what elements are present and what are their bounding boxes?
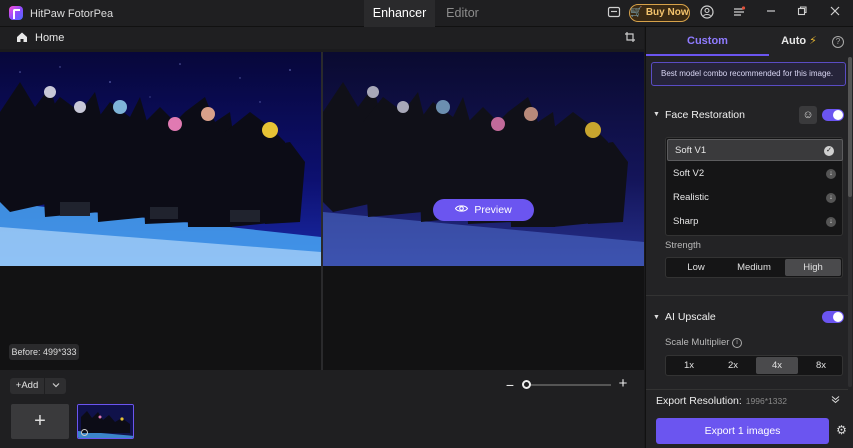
settings-panel: Custom Auto ⚡ ? Best model combo recommen… — [645, 27, 853, 448]
strength-label: Strength — [665, 240, 701, 251]
add-dropdown[interactable] — [45, 378, 66, 394]
face-restoration-title: Face Restoration — [665, 109, 745, 121]
export-resolution-value: 1996*1332 — [745, 396, 787, 406]
download-icon[interactable]: ↓ — [826, 193, 836, 203]
tab-custom[interactable]: Custom — [646, 27, 769, 56]
maximize-icon[interactable] — [793, 4, 811, 22]
recommendation-banner: Best model combo recommended for this im… — [651, 62, 846, 86]
download-icon[interactable]: ↓ — [826, 169, 836, 179]
add-label: Add — [21, 380, 39, 391]
after-image — [323, 52, 644, 266]
clock-icon — [81, 429, 88, 436]
scale-multiplier-label: Scale Multiplier — [665, 337, 730, 348]
section-divider — [646, 389, 848, 390]
strength-medium[interactable]: Medium — [726, 259, 782, 276]
model-option-soft-v1[interactable]: Soft V1 ✓ — [667, 139, 843, 161]
image-thumbnail[interactable] — [77, 404, 134, 439]
collapse-caret-icon[interactable]: ▼ — [653, 314, 660, 321]
strength-high[interactable]: High — [785, 259, 841, 276]
buy-now-label: Buy Now — [645, 7, 689, 18]
export-resolution: Export Resolution: 1996*1332 — [656, 395, 787, 407]
gallery-icon[interactable] — [606, 5, 622, 21]
scale-4x[interactable]: 4x — [756, 357, 798, 374]
model-label: Soft V1 — [675, 145, 707, 156]
before-size-badge: Before: 499*333 — [9, 344, 79, 360]
title-bar: HitPaw FotorPea Enhancer Editor 🛒 Buy Now — [0, 0, 853, 27]
buy-now-button[interactable]: 🛒 Buy Now — [629, 4, 690, 22]
add-image-tile[interactable]: + — [11, 404, 69, 439]
info-icon[interactable]: i — [732, 338, 742, 348]
scale-1x[interactable]: 1x — [668, 357, 710, 374]
scale-selector: 1x 2x 4x 8x — [665, 355, 843, 376]
face-restoration-toggle[interactable] — [822, 109, 844, 121]
model-option-realistic[interactable]: Realistic ↓ — [666, 187, 844, 209]
tab-auto-label: Auto — [781, 35, 807, 47]
app-title: HitPaw FotorPea — [30, 8, 114, 20]
app-logo — [9, 6, 23, 20]
zoom-out-button[interactable]: − — [504, 378, 516, 392]
model-label: Sharp — [673, 216, 699, 227]
gear-icon[interactable]: ⚙ — [835, 424, 848, 437]
scale-2x[interactable]: 2x — [712, 357, 754, 374]
tab-enhancer[interactable]: Enhancer — [364, 0, 435, 27]
export-button[interactable]: Export 1 images — [656, 418, 829, 444]
expand-chevron-icon[interactable] — [831, 395, 840, 406]
bolt-icon: ⚡ — [809, 35, 817, 47]
account-icon[interactable] — [699, 5, 715, 21]
export-resolution-label: Export Resolution: — [656, 395, 742, 407]
zoom-slider[interactable] — [525, 384, 611, 386]
zoom-slider-handle[interactable] — [522, 380, 531, 389]
help-icon[interactable]: ? — [832, 36, 844, 48]
strength-selector: Low Medium High — [665, 257, 843, 278]
zoom-in-button[interactable]: + — [617, 376, 629, 391]
preview-button[interactable]: Preview — [433, 199, 534, 221]
face-icon[interactable]: ☺ — [799, 106, 817, 124]
tab-auto[interactable]: Auto ⚡ — [769, 27, 829, 56]
preview-label: Preview — [474, 204, 512, 216]
check-icon: ✓ — [824, 146, 834, 156]
chevron-down-icon — [52, 383, 59, 388]
eye-icon — [455, 199, 469, 221]
add-button[interactable]: +Add — [10, 378, 44, 394]
model-option-soft-v2[interactable]: Soft V2 ↓ — [666, 163, 844, 185]
crop-icon[interactable] — [624, 31, 636, 43]
minimize-icon[interactable] — [762, 4, 780, 22]
breadcrumb: Home — [0, 27, 644, 49]
ai-upscale-title: AI Upscale — [665, 311, 716, 323]
panel-scrollbar[interactable] — [848, 57, 852, 387]
model-label: Soft V2 — [673, 168, 705, 179]
tab-editor[interactable]: Editor — [435, 0, 490, 27]
before-image — [0, 52, 321, 266]
model-option-sharp[interactable]: Sharp ↓ — [666, 211, 844, 233]
scale-8x[interactable]: 8x — [800, 357, 842, 374]
home-icon[interactable] — [16, 31, 28, 43]
close-icon[interactable] — [826, 4, 844, 22]
bottom-toolbar: +Add − + + — [0, 370, 644, 448]
strength-low[interactable]: Low — [668, 259, 724, 276]
download-icon[interactable]: ↓ — [826, 217, 836, 227]
menu-icon[interactable] — [731, 5, 747, 21]
collapse-caret-icon[interactable]: ▼ — [653, 111, 660, 118]
home-link[interactable]: Home — [35, 32, 64, 44]
section-divider — [646, 295, 848, 296]
ai-upscale-toggle[interactable] — [822, 311, 844, 323]
face-model-list: Soft V1 ✓ Soft V2 ↓ Realistic ↓ Sharp ↓ — [665, 137, 843, 236]
cart-icon: 🛒 — [630, 7, 643, 18]
model-label: Realistic — [673, 192, 709, 203]
